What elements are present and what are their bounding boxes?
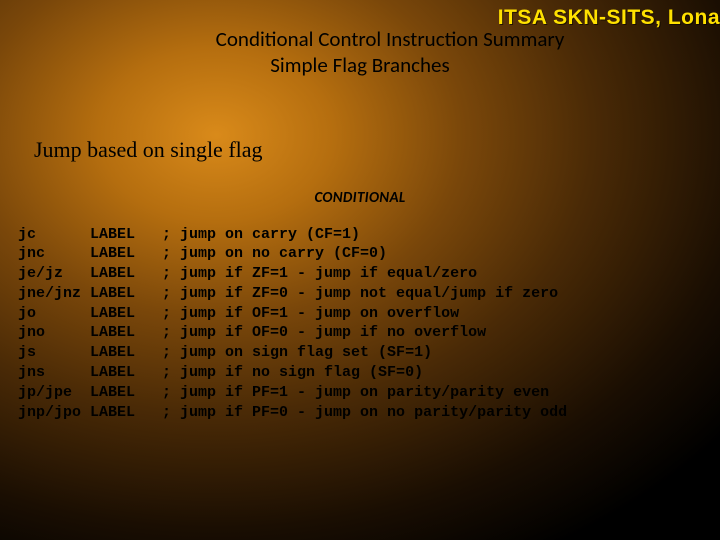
org-header: ITSA SKN-SITS, Lona — [498, 6, 720, 30]
instruction-row: js LABEL ; jump on sign flag set (SF=1) — [18, 343, 720, 363]
section-label-conditional: CONDITIONAL — [0, 189, 720, 207]
instruction-row: jo LABEL ; jump if OF=1 - jump on overfl… — [18, 304, 720, 324]
instruction-row: jnp/jpo LABEL ; jump if PF=0 - jump on n… — [18, 403, 720, 423]
subheading: Jump based on single flag — [34, 137, 720, 163]
instruction-row: jnc LABEL ; jump on no carry (CF=0) — [18, 244, 720, 264]
instruction-row: je/jz LABEL ; jump if ZF=1 - jump if equ… — [18, 264, 720, 284]
instruction-row: jns LABEL ; jump if no sign flag (SF=0) — [18, 363, 720, 383]
instruction-row: jno LABEL ; jump if OF=0 - jump if no ov… — [18, 323, 720, 343]
instruction-row: jne/jnz LABEL ; jump if ZF=0 - jump not … — [18, 284, 720, 304]
title-line-2: Simple Flag Branches — [0, 52, 720, 78]
instruction-row: jc LABEL ; jump on carry (CF=1) — [18, 225, 720, 245]
instruction-table: jc LABEL ; jump on carry (CF=1)jnc LABEL… — [18, 225, 720, 423]
instruction-row: jp/jpe LABEL ; jump if PF=1 - jump on pa… — [18, 383, 720, 403]
